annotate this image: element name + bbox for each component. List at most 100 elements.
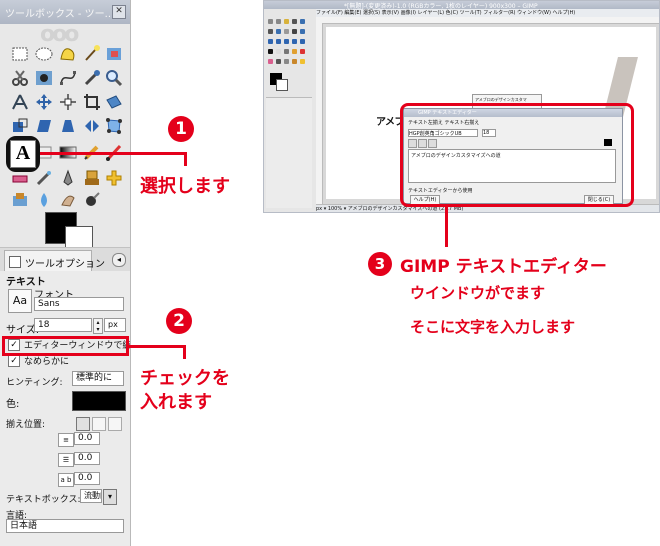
mini-tool-icon[interactable] [292, 49, 297, 54]
toolbox-window: ツールボックス - ツー... ✕ ooo A ツールオプション ◂ テキスト … [0, 0, 131, 546]
mini-tool-options [266, 97, 312, 208]
heal-icon[interactable] [104, 168, 124, 188]
foreground-select-icon[interactable] [34, 68, 54, 88]
mini-tool-icon[interactable] [276, 29, 281, 34]
shear-icon[interactable] [34, 116, 54, 136]
justify-left-button[interactable] [76, 417, 90, 431]
mini-tool-icon[interactable] [276, 39, 281, 44]
measure-icon[interactable] [10, 92, 30, 112]
size-unit-select[interactable]: px [104, 318, 126, 332]
mini-tool-icon[interactable] [300, 49, 305, 54]
mini-tool-icon[interactable] [300, 39, 305, 44]
move-icon[interactable] [34, 92, 54, 112]
mini-bg-color-swatch[interactable] [276, 79, 288, 91]
step3-text-line2: ウインドウがでます [410, 284, 546, 302]
gimp-titlebar: *[無題]-(変更済み)-1.0 (RGBカラー, 1枚のレイヤー) 900x3… [264, 1, 659, 10]
paths-icon[interactable] [58, 68, 78, 88]
gimp-menubar[interactable]: ファイル(F) 編集(E) 選択(S) 表示(V) 画像(I) レイヤー(L) … [316, 9, 659, 17]
perspective-icon[interactable] [58, 116, 78, 136]
rect-select-icon[interactable] [10, 44, 30, 64]
mini-tool-icon[interactable] [268, 59, 273, 64]
tab-tool-options[interactable]: ツールオプション [4, 250, 105, 271]
step3-text-line1: GIMP テキストエディター [400, 257, 607, 277]
mini-tool-icon[interactable] [300, 29, 305, 34]
flip-icon[interactable] [82, 116, 102, 136]
step1-connector-drop [184, 152, 187, 166]
mini-tool-icon[interactable] [284, 49, 289, 54]
letter-spacing-field[interactable]: 0.0 [74, 472, 100, 485]
letter-spacing-icon: a b [58, 473, 74, 487]
step2-badge: 2 [166, 308, 192, 334]
mini-tool-icon[interactable] [268, 49, 273, 54]
font-preview-icon[interactable]: Aa [8, 289, 32, 313]
mini-tool-icon[interactable] [292, 39, 297, 44]
color-picker-icon[interactable] [82, 68, 102, 88]
line-spacing-field[interactable]: 0.0 [74, 452, 100, 465]
fuzzy-select-icon[interactable] [82, 44, 102, 64]
step3-connector [445, 207, 448, 247]
blur-icon[interactable] [34, 190, 54, 210]
tool-options-tabbar: ツールオプション ◂ [0, 247, 130, 272]
mini-tool-icon[interactable] [300, 19, 305, 24]
font-field[interactable]: Sans [34, 297, 124, 311]
vertical-ruler [316, 23, 323, 204]
ellipse-select-icon[interactable] [34, 44, 54, 64]
antialias-checkbox[interactable]: ✓ [8, 355, 20, 367]
mini-tool-icon[interactable] [284, 39, 289, 44]
clone-icon[interactable] [82, 168, 102, 188]
step1-badge: 1 [168, 116, 194, 142]
mini-tool-icon[interactable] [276, 19, 281, 24]
size-field[interactable]: 18 [34, 318, 92, 332]
close-icon[interactable]: ✕ [112, 5, 126, 19]
mini-tool-icon[interactable] [300, 59, 305, 64]
step2-connector [128, 345, 186, 348]
cage-transform-icon[interactable] [104, 116, 124, 136]
tool-options-panel: テキスト Aa フォント Sans サイズ: 18 ▴ ▾ px ✓ エディターウ… [0, 271, 130, 546]
mini-tool-icon[interactable] [276, 59, 281, 64]
indent-field[interactable]: 0.0 [74, 432, 100, 445]
mini-tool-icon[interactable] [268, 29, 273, 34]
toolbox-title: ツールボックス - ツー... [5, 9, 115, 20]
step3-highlight-box [400, 103, 634, 207]
mini-tool-icon[interactable] [292, 59, 297, 64]
tab-menu-icon[interactable]: ◂ [112, 253, 126, 267]
justify-center-button[interactable] [108, 417, 122, 431]
step2-highlight-box [2, 336, 129, 356]
mini-tool-icon[interactable] [284, 59, 289, 64]
free-select-icon[interactable] [58, 44, 78, 64]
perspective-clone-icon[interactable] [10, 190, 30, 210]
language-field[interactable]: 日本語 [6, 519, 124, 533]
align-icon[interactable] [58, 92, 78, 112]
step2-text-line2: 入れます [140, 392, 212, 413]
chevron-down-icon[interactable]: ▾ [103, 489, 117, 505]
textbox-select[interactable]: 流動的 [80, 489, 102, 503]
select-by-color-icon[interactable] [104, 44, 124, 64]
tab-tool-options-label: ツールオプション [25, 259, 105, 270]
justify-right-button[interactable] [92, 417, 106, 431]
mini-tool-icon[interactable] [268, 19, 273, 24]
mini-tool-icon[interactable] [284, 19, 289, 24]
mini-tool-icon[interactable] [292, 19, 297, 24]
scissors-icon[interactable] [10, 68, 30, 88]
airbrush-icon[interactable] [34, 168, 54, 188]
dodge-burn-icon[interactable] [82, 190, 102, 210]
hinting-label: ヒンティング: [6, 378, 63, 388]
step1-connector [40, 152, 187, 155]
indent-icon: ≡ [58, 433, 74, 447]
step2-connector-drop [183, 345, 186, 359]
text-tool-icon[interactable]: A [10, 140, 36, 168]
text-color-button[interactable] [72, 391, 126, 411]
hinting-select[interactable]: 標準的に [72, 371, 124, 386]
mini-tool-icon[interactable] [284, 29, 289, 34]
mini-tool-icon[interactable] [268, 39, 273, 44]
line-spacing-icon: ☰ [58, 453, 74, 467]
crop-icon[interactable] [82, 92, 102, 112]
rotate-icon[interactable] [104, 92, 124, 112]
zoom-icon[interactable] [104, 68, 124, 88]
mini-tool-icon[interactable] [276, 49, 281, 54]
smudge-icon[interactable] [58, 190, 78, 210]
mini-tool-icon[interactable] [292, 29, 297, 34]
scale-icon[interactable] [10, 116, 30, 136]
ink-icon[interactable] [58, 168, 78, 188]
size-spinner[interactable]: ▴ ▾ [93, 318, 103, 334]
